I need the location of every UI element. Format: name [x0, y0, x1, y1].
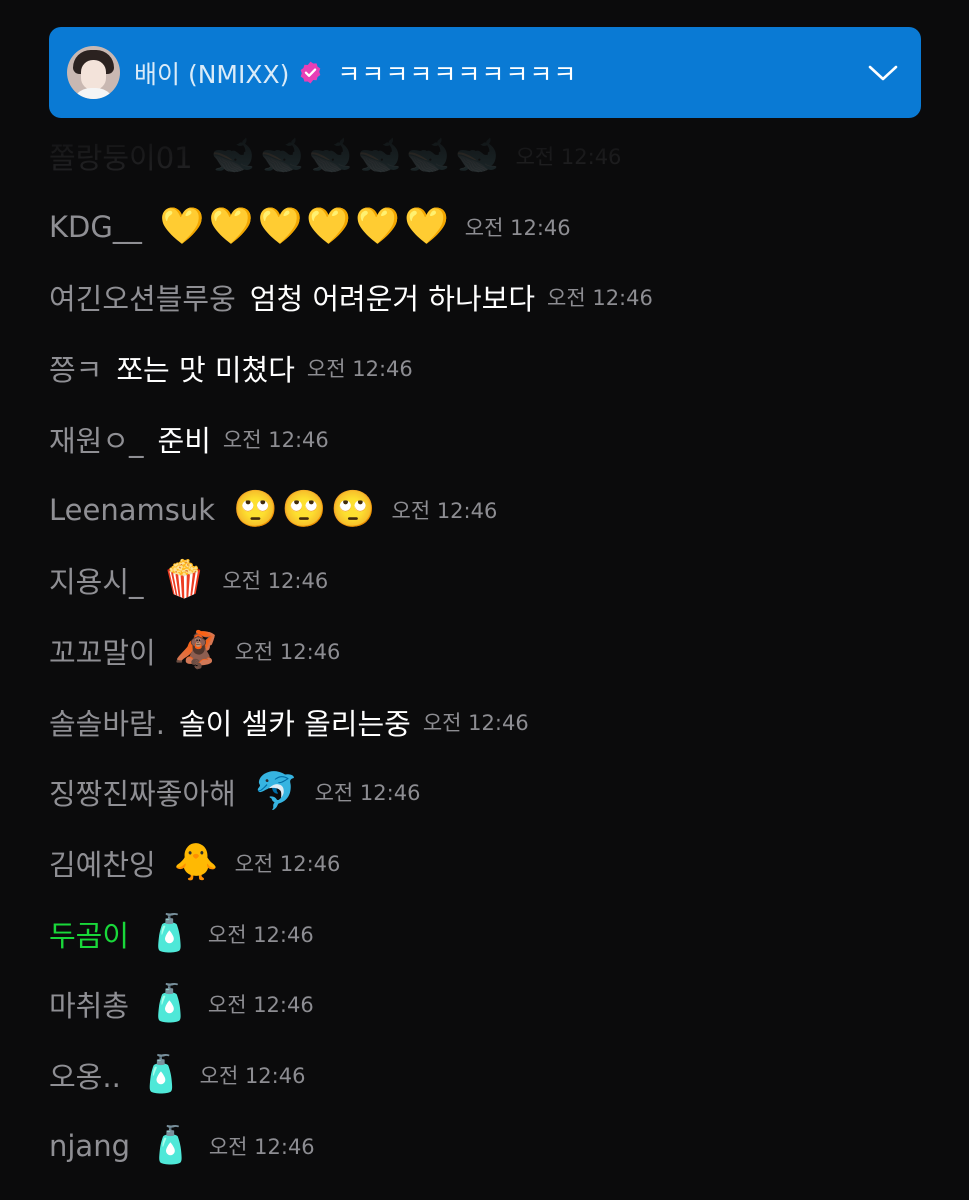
- chat-emoji: 🍿: [161, 559, 211, 601]
- chat-message[interactable]: KDG__ 💛💛💛💛💛💛 오전 12:46: [49, 202, 571, 252]
- chat-message[interactable]: 쯩ㅋ 쪼는 맛 미쳤다 오전 12:46: [49, 343, 413, 393]
- chat-emoji: 🐬: [253, 771, 303, 813]
- chat-username[interactable]: 징짱진짜좋아해: [49, 771, 236, 813]
- chat-timestamp: 오전 12:46: [306, 357, 413, 382]
- chat-username[interactable]: 꼬꼬말이: [49, 630, 156, 672]
- chat-message[interactable]: 마취총 🧴 오전 12:46: [49, 979, 314, 1029]
- chat-emoji: 🧴: [147, 983, 196, 1025]
- chat-username[interactable]: 지용시_: [49, 559, 144, 601]
- chat-timestamp: 오전 12:46: [422, 710, 529, 735]
- chat-text: 솔이 셀카 올리는중: [178, 706, 411, 741]
- chat-emoji: 🧴: [147, 912, 196, 954]
- chat-message[interactable]: 재원ㅇ_ 준비 오전 12:46: [49, 414, 329, 464]
- chat-username[interactable]: 두곰이: [49, 913, 129, 955]
- chat-timestamp: 오전 12:46: [207, 993, 314, 1018]
- chat-text: 준비: [157, 423, 211, 458]
- chat-text: 엄청 어려운거 하나보다: [249, 282, 536, 317]
- chat-username[interactable]: 마취총: [49, 983, 129, 1025]
- pinned-message-text: ㅋㅋㅋㅋㅋㅋㅋㅋㅋㅋ: [337, 59, 578, 89]
- chat-message[interactable]: 솔솔바람. 솔이 셀카 올리는중 오전 12:46: [49, 697, 529, 747]
- chat-username[interactable]: Leenamsuk: [49, 493, 215, 527]
- avatar-shirt: [71, 88, 116, 99]
- chat-message[interactable]: njang 🧴 오전 12:46: [49, 1121, 315, 1171]
- chat-timestamp: 오전 12:46: [234, 639, 341, 664]
- chat-message[interactable]: 여긴오션블루웅 엄청 어려운거 하나보다 오전 12:46: [49, 272, 653, 322]
- chat-message[interactable]: 꼬꼬말이 🦧 오전 12:46: [49, 626, 340, 676]
- chat-timestamp: 오전 12:46: [547, 286, 653, 311]
- chat-emoji: 🧴: [148, 1124, 197, 1166]
- chat-message[interactable]: 오옹.. 🧴 오전 12:46: [49, 1050, 305, 1100]
- chevron-down-icon[interactable]: [867, 63, 899, 83]
- chat-username[interactable]: 쯩ㅋ: [49, 347, 102, 389]
- avatar-face: [81, 60, 106, 90]
- chat-username[interactable]: 쫄랑둥이01: [49, 135, 193, 177]
- chat-username[interactable]: 김예찬잉: [49, 842, 156, 884]
- chat-emoji: 🦧: [173, 629, 223, 671]
- chat-timestamp: 오전 12:46: [208, 1134, 315, 1159]
- chat-timestamp: 오전 12:46: [391, 498, 498, 523]
- chat-timestamp: 오전 12:46: [515, 145, 622, 169]
- chat-emoji: 💛💛💛💛💛💛: [159, 205, 453, 247]
- chat-timestamp: 오전 12:46: [314, 781, 421, 806]
- chat-message[interactable]: 지용시_ 🍿 오전 12:46: [49, 555, 328, 605]
- chat-message[interactable]: 쫄랑둥이01 🐋🐋🐋🐋🐋🐋 오전 12:46: [49, 131, 621, 181]
- chat-username[interactable]: KDG__: [49, 210, 142, 244]
- chat-username[interactable]: 오옹..: [49, 1054, 121, 1096]
- chat-emoji: 🐥: [173, 842, 223, 883]
- chat-emoji: 🐋🐋🐋🐋🐋🐋: [210, 135, 504, 176]
- chat-emoji: 🙄🙄🙄: [233, 488, 380, 530]
- chat-username[interactable]: 여긴오션블루웅: [49, 276, 236, 318]
- chat-username[interactable]: njang: [49, 1129, 130, 1163]
- pinned-message-banner[interactable]: 배이 (NMIXX) ㅋㅋㅋㅋㅋㅋㅋㅋㅋㅋ: [49, 27, 921, 118]
- chat-timestamp: 오전 12:46: [222, 569, 329, 594]
- chat-timestamp: 오전 12:46: [207, 922, 314, 947]
- verified-badge-icon: [301, 61, 321, 84]
- chat-timestamp: 오전 12:46: [234, 852, 341, 876]
- chat-timestamp: 오전 12:46: [222, 427, 329, 452]
- chat-username[interactable]: 재원ㅇ_: [49, 418, 144, 460]
- pinned-author-name[interactable]: 배이 (NMIXX): [134, 55, 289, 91]
- chat-message[interactable]: 두곰이 🧴 오전 12:46: [49, 909, 314, 959]
- chat-message[interactable]: 징짱진짜좋아해 🐬 오전 12:46: [49, 767, 420, 817]
- chat-message[interactable]: Leenamsuk 🙄🙄🙄 오전 12:46: [49, 485, 497, 535]
- chat-timestamp: 오전 12:46: [199, 1064, 306, 1089]
- avatar[interactable]: [67, 46, 120, 99]
- chat-timestamp: 오전 12:46: [464, 215, 571, 240]
- chat-emoji: 🧴: [138, 1054, 188, 1096]
- chat-text: 쪼는 맛 미쳤다: [116, 353, 295, 388]
- chat-username[interactable]: 솔솔바람.: [49, 701, 165, 743]
- chat-message[interactable]: 김예찬잉 🐥 오전 12:46: [49, 838, 340, 888]
